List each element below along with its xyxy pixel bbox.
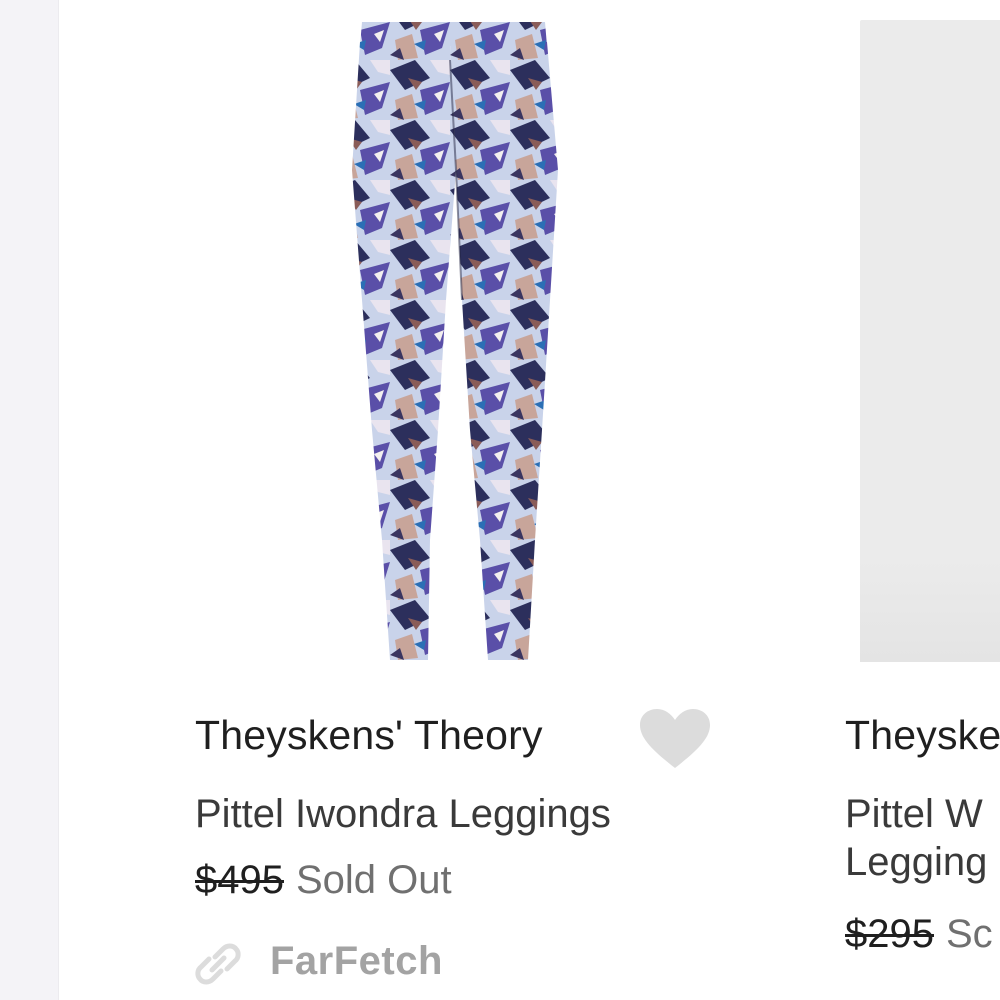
- product-name-line: Pittel W: [845, 792, 983, 836]
- printed-leggings-photo: [352, 22, 558, 660]
- price-row: $295 Sc: [845, 912, 993, 957]
- product-photo-placeholder[interactable]: [860, 20, 1000, 662]
- price-row: $495 Sold Out: [195, 858, 452, 903]
- product-brand[interactable]: Theyske: [845, 712, 1000, 759]
- product-name[interactable]: Pittel W Legging: [845, 790, 1000, 886]
- heart-icon[interactable]: [638, 708, 712, 770]
- photo-floor: [860, 560, 1000, 662]
- product-brand[interactable]: Theyskens' Theory: [195, 712, 543, 759]
- stock-status: Sc: [945, 912, 993, 956]
- stock-status: Sold Out: [295, 858, 452, 902]
- product-image[interactable]: [150, 0, 760, 670]
- original-price: $295: [845, 912, 934, 956]
- product-name[interactable]: Pittel Iwondra Leggings: [195, 790, 611, 838]
- link-icon: [195, 943, 241, 985]
- product-grid-page: Theyskens' Theory Pittel Iwondra Legging…: [0, 0, 1000, 1000]
- product-name-line: Legging: [845, 840, 988, 884]
- retailer-name[interactable]: FarFetch: [270, 939, 443, 984]
- original-price: $495: [195, 858, 284, 902]
- left-gutter: [0, 0, 59, 1000]
